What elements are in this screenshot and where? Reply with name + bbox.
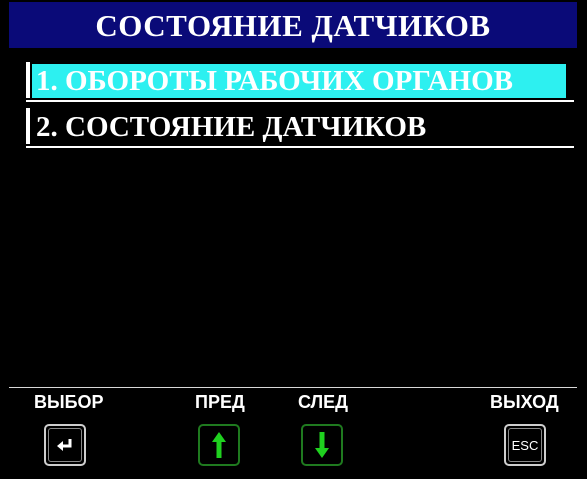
enter-icon [57,439,72,451]
select-button-face [48,428,82,462]
next-label: СЛЕД [298,392,349,412]
exit-button[interactable]: ESC [504,424,546,466]
exit-label: ВЫХОД [490,392,559,412]
select-label: ВЫБОР [34,392,104,412]
select-button[interactable] [44,424,86,466]
prev-label: ПРЕД [195,392,245,412]
arrow-down-icon [315,432,329,458]
softkey-divider [9,387,577,388]
menu-item-underline [26,100,574,102]
menu-item-marker [26,108,30,144]
prev-button[interactable] [198,424,240,466]
page-title: СОСТОЯНИЕ ДАТЧИКОВ [9,2,577,48]
menu-item-label: 1. ОБОРОТЫ РАБОЧИХ ОРГАНОВ [32,64,566,98]
menu-item-marker [26,62,30,98]
menu-item-sensor-status[interactable]: 2. СОСТОЯНИЕ ДАТЧИКОВ [22,104,582,148]
arrow-up-icon [212,432,226,458]
next-button[interactable] [301,424,343,466]
menu-list: 1. ОБОРОТЫ РАБОЧИХ ОРГАНОВ 2. СОСТОЯНИЕ … [22,58,582,150]
menu-item-underline [26,146,574,148]
menu-item-label: 2. СОСТОЯНИЕ ДАТЧИКОВ [36,111,427,143]
exit-button-face: ESC [508,428,542,462]
esc-icon: ESC [511,437,539,453]
menu-item-rotation[interactable]: 1. ОБОРОТЫ РАБОЧИХ ОРГАНОВ [22,58,582,102]
